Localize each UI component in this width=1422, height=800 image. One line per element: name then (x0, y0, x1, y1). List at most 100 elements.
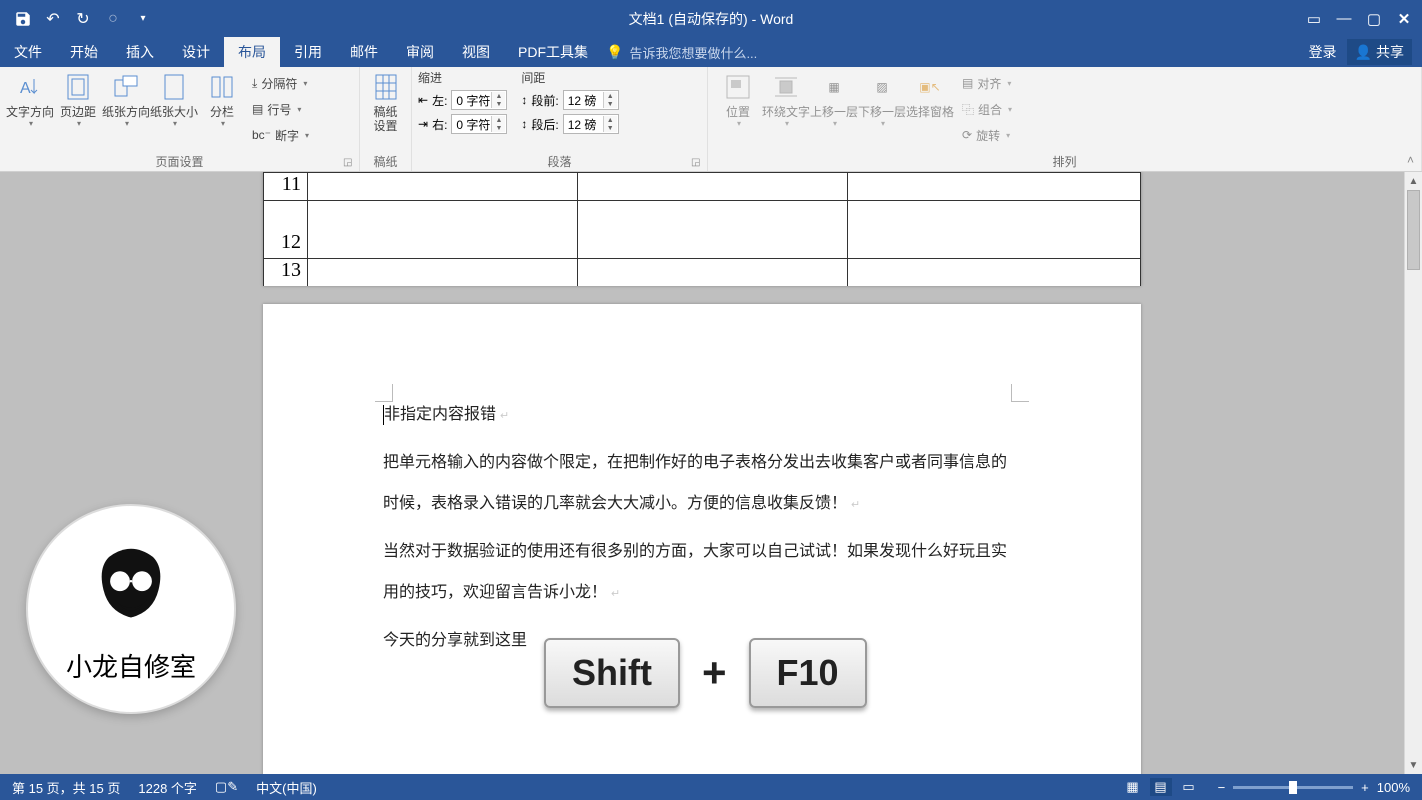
size-button[interactable]: 纸张大小▾ (150, 71, 198, 149)
scroll-up-icon[interactable]: ▲ (1405, 172, 1422, 190)
spinner-up-icon[interactable]: ▲ (491, 92, 505, 100)
spacing-after-input[interactable]: 12 磅▲▼ (563, 114, 619, 134)
selection-pane-label: 选择窗格 (906, 105, 954, 119)
selection-pane-button[interactable]: ▣↖选择窗格 (906, 71, 954, 149)
tab-home[interactable]: 开始 (56, 37, 112, 67)
scroll-thumb[interactable] (1407, 190, 1420, 270)
spinner-down-icon[interactable]: ▼ (603, 100, 617, 108)
position-button[interactable]: 位置▾ (714, 71, 762, 149)
tab-insert[interactable]: 插入 (112, 37, 168, 67)
view-read-icon[interactable]: ▦ (1122, 778, 1144, 796)
status-language[interactable]: 中文(中国) (256, 778, 317, 797)
spacing-before-input[interactable]: 12 磅▲▼ (563, 90, 619, 110)
paragraph[interactable]: 非指定内容报错↵ (383, 394, 1021, 436)
vertical-scrollbar[interactable]: ▲ ▼ (1404, 172, 1422, 774)
line-numbers-label: 行号 (267, 101, 291, 118)
tab-layout[interactable]: 布局 (224, 37, 280, 67)
rotate-button[interactable]: ⟳旋转▾ (962, 125, 1012, 145)
collapse-ribbon-icon[interactable]: ˄ (1407, 153, 1414, 167)
table-cell[interactable] (308, 201, 578, 259)
close-icon[interactable]: ✕ (1394, 9, 1414, 29)
view-print-icon[interactable]: ▤ (1150, 778, 1172, 796)
tab-references[interactable]: 引用 (280, 37, 336, 67)
spacing-after-icon: ↕ (521, 117, 527, 131)
document-table[interactable]: 11 12 13 (263, 172, 1141, 286)
table-cell[interactable] (578, 201, 848, 259)
save-icon[interactable] (14, 10, 32, 28)
wrap-icon (770, 73, 802, 101)
position-label: 位置 (726, 105, 750, 119)
group-button[interactable]: ⿻组合▾ (962, 99, 1012, 119)
orientation-icon (110, 73, 142, 101)
scroll-down-icon[interactable]: ▼ (1405, 756, 1422, 774)
spinner-down-icon[interactable]: ▼ (603, 124, 617, 132)
hyphenation-button[interactable]: bc⁻断字▾ (252, 125, 309, 145)
align-button[interactable]: ▤对齐▾ (962, 73, 1012, 93)
zoom-value[interactable]: 100% (1377, 780, 1410, 795)
redo-icon[interactable]: ↻ (74, 10, 92, 28)
zoom-slider[interactable] (1233, 786, 1353, 789)
margin-corner-icon (1011, 384, 1029, 402)
table-cell[interactable] (578, 173, 848, 201)
table-cell[interactable] (308, 259, 578, 287)
ribbon-display-options-icon[interactable]: ▭ (1304, 9, 1324, 29)
qat-customize-icon[interactable]: ▾ (134, 10, 152, 28)
paragraph[interactable]: 把单元格输入的内容做个限定，在把制作好的电子表格分发出去收集客户或者同事信息的时… (383, 442, 1021, 525)
share-button[interactable]: 👤共享 (1347, 39, 1412, 65)
status-proofing-icon[interactable]: ▢✎ (215, 779, 238, 795)
paragraph-launcher[interactable]: ◲ (691, 157, 703, 169)
columns-button[interactable]: 分栏▾ (198, 71, 246, 149)
tab-review[interactable]: 审阅 (392, 37, 448, 67)
zoom-control[interactable]: − + 100% (1218, 780, 1410, 795)
page-previous-bottom: 11 12 13 (263, 172, 1141, 286)
manuscript-settings-button[interactable]: 稿纸 设置 (366, 71, 405, 149)
table-cell[interactable] (848, 173, 1141, 201)
margins-button[interactable]: 页边距▾ (54, 71, 102, 149)
status-word-count[interactable]: 1228 个字 (138, 778, 197, 797)
indent-left-value: 0 字符 (456, 92, 490, 109)
wrap-text-button[interactable]: 环绕文字▾ (762, 71, 810, 149)
breaks-button[interactable]: ⤓分隔符▾ (252, 73, 309, 93)
orientation-button[interactable]: 纸张方向▾ (102, 71, 150, 149)
undo-icon[interactable]: ↶ (44, 10, 62, 28)
spinner-down-icon[interactable]: ▼ (491, 124, 505, 132)
tab-design[interactable]: 设计 (168, 37, 224, 67)
spinner-up-icon[interactable]: ▲ (603, 116, 617, 124)
send-backward-button[interactable]: ▨下移一层▾ (858, 71, 906, 149)
title-bar: ↶ ↻ ○ ▾ 文档1 (自动保存的) - Word ▭ — ▢ ✕ (0, 0, 1422, 37)
table-cell[interactable] (308, 173, 578, 201)
qat-more-icon[interactable]: ○ (104, 10, 122, 28)
maximize-icon[interactable]: ▢ (1364, 9, 1384, 29)
spinner-down-icon[interactable]: ▼ (491, 100, 505, 108)
zoom-in-icon[interactable]: + (1361, 780, 1369, 795)
indent-right-input[interactable]: 0 字符▲▼ (451, 114, 507, 134)
table-cell[interactable] (848, 201, 1141, 259)
arrange-group-label: 排列 (708, 153, 1421, 171)
text-direction-button[interactable]: A文字方向▾ (6, 71, 54, 149)
table-cell-num[interactable]: 12 (264, 201, 308, 259)
tab-pdf[interactable]: PDF工具集 (504, 37, 602, 67)
page-setup-launcher[interactable]: ◲ (343, 157, 355, 169)
bring-forward-button[interactable]: ▦上移一层▾ (810, 71, 858, 149)
spinner-up-icon[interactable]: ▲ (603, 92, 617, 100)
status-page[interactable]: 第 15 页，共 15 页 (12, 778, 120, 797)
table-cell[interactable] (578, 259, 848, 287)
minimize-icon[interactable]: — (1334, 9, 1354, 29)
spinner-up-icon[interactable]: ▲ (491, 116, 505, 124)
tab-file[interactable]: 文件 (0, 37, 56, 67)
paragraph[interactable]: 当然对于数据验证的使用还有很多别的方面，大家可以自己试试！如果发现什么好玩且实用… (383, 531, 1021, 614)
tell-me[interactable]: 💡告诉我您想要做什么... (606, 37, 757, 67)
scroll-track[interactable] (1405, 190, 1422, 756)
table-cell-num[interactable]: 11 (264, 173, 308, 201)
size-icon (158, 73, 190, 101)
indent-left-input[interactable]: 0 字符▲▼ (451, 90, 507, 110)
tab-mail[interactable]: 邮件 (336, 37, 392, 67)
table-cell[interactable] (848, 259, 1141, 287)
tab-view[interactable]: 视图 (448, 37, 504, 67)
line-numbers-button[interactable]: ▤行号▾ (252, 99, 309, 119)
login-button[interactable]: 登录 (1309, 42, 1337, 62)
zoom-knob[interactable] (1289, 781, 1297, 794)
zoom-out-icon[interactable]: − (1218, 780, 1226, 795)
view-web-icon[interactable]: ▭ (1178, 778, 1200, 796)
table-cell-num[interactable]: 13 (264, 259, 308, 287)
